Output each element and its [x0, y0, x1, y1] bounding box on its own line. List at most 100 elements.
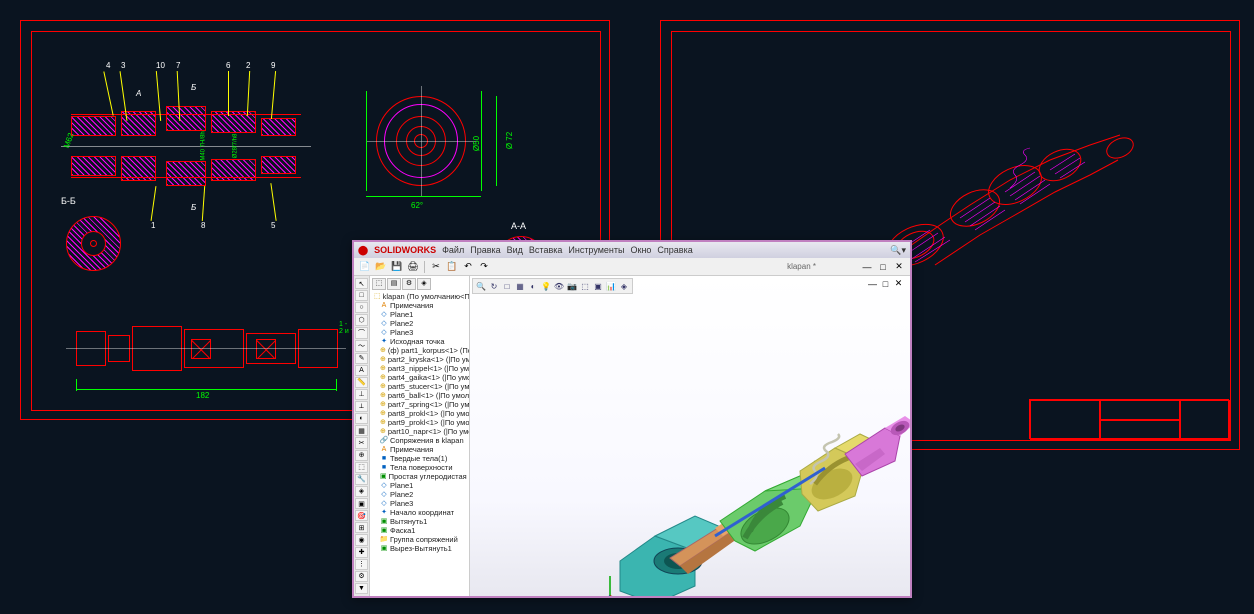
- left-tool-25[interactable]: ▼: [355, 583, 368, 594]
- tb-paste[interactable]: 📋: [445, 260, 459, 274]
- tree-item-20[interactable]: ◇Plane1: [372, 481, 467, 490]
- tree-item-24[interactable]: ▣Вытянуть1: [372, 517, 467, 526]
- tree-tab-3[interactable]: ⚙: [402, 278, 416, 290]
- left-tool-2[interactable]: ○: [355, 302, 368, 313]
- tb-cut[interactable]: ✂: [429, 260, 443, 274]
- tree-item-0[interactable]: AПримечания: [372, 301, 467, 310]
- view-tool-6[interactable]: 👁: [553, 280, 565, 292]
- left-tool-8[interactable]: 📏: [355, 377, 368, 388]
- view-tool-1[interactable]: ↻: [488, 280, 500, 292]
- left-tool-21[interactable]: ◉: [355, 534, 368, 545]
- left-tool-12[interactable]: ▦: [355, 425, 368, 436]
- tb-new[interactable]: 📄: [358, 260, 372, 274]
- tree-item-9[interactable]: ⊕part5_stucer<1> (|По умол: [372, 382, 467, 391]
- left-tool-7[interactable]: A: [355, 365, 368, 376]
- win-min[interactable]: —: [860, 260, 874, 274]
- tree-item-1[interactable]: ◇Plane1: [372, 310, 467, 319]
- left-tool-23[interactable]: ⋮: [355, 559, 368, 570]
- left-tool-15[interactable]: ⬚: [355, 462, 368, 473]
- sw-menu[interactable]: Файл Правка Вид Вставка Инструменты Окно…: [442, 245, 693, 255]
- tree-tab-1[interactable]: ⬚: [372, 278, 386, 290]
- doc-tab-title[interactable]: klapan *: [787, 262, 816, 271]
- tree-item-25[interactable]: ▣Фаска1: [372, 526, 467, 535]
- tree-item-16[interactable]: AПримечания: [372, 445, 467, 454]
- sw-toolbar[interactable]: 📄 📂 💾 🖨 ✂ 📋 ↶ ↷ klapan * — □ ✕: [354, 258, 910, 276]
- tree-root[interactable]: ⬚ klapan (По умолчанию<По умол: [372, 292, 467, 301]
- left-tool-17[interactable]: ◈: [355, 486, 368, 497]
- sw-left-toolbar[interactable]: ↖□○⬡⌒～✎A📏⊥⟂◐▦✂⊕⬚🔧◈▣🎯⊞◉✚⋮⚙▼: [354, 276, 370, 596]
- tree-item-6[interactable]: ⊕part2_kryska<1> (|По умолча: [372, 355, 467, 364]
- tree-item-27[interactable]: ▣Вырез-Вытянуть1: [372, 544, 467, 553]
- win-max[interactable]: □: [876, 260, 890, 274]
- tree-item-2[interactable]: ◇Plane2: [372, 319, 467, 328]
- tree-item-7[interactable]: ⊕part3_nippel<1> (|По умолча: [372, 364, 467, 373]
- left-tool-18[interactable]: ▣: [355, 498, 368, 509]
- vp-min[interactable]: —: [867, 278, 878, 289]
- tree-item-3[interactable]: ◇Plane3: [372, 328, 467, 337]
- tb-save[interactable]: 💾: [390, 260, 404, 274]
- left-tool-5[interactable]: ～: [355, 340, 368, 352]
- tree-item-15[interactable]: 🔗Сопряжения в klapan: [372, 436, 467, 445]
- view-tool-0[interactable]: 🔍: [475, 280, 487, 292]
- tree-item-8[interactable]: ⊕part4_gaika<1> (|По умолча: [372, 373, 467, 382]
- view-tool-7[interactable]: 📷: [566, 280, 578, 292]
- view-tool-10[interactable]: 📊: [605, 280, 617, 292]
- tree-tab-2[interactable]: ▤: [387, 278, 401, 290]
- left-tool-22[interactable]: ✚: [355, 547, 368, 558]
- left-tool-13[interactable]: ✂: [355, 437, 368, 448]
- left-tool-3[interactable]: ⬡: [355, 314, 368, 325]
- left-tool-9[interactable]: ⊥: [355, 389, 368, 400]
- sw-search-icon[interactable]: 🔍▾: [890, 245, 906, 256]
- left-tool-16[interactable]: 🔧: [355, 474, 368, 485]
- left-tool-14[interactable]: ⊕: [355, 450, 368, 461]
- left-tool-19[interactable]: 🎯: [355, 510, 368, 521]
- sw-titlebar[interactable]: ⬤ SOLIDWORKS Файл Правка Вид Вставка Инс…: [354, 242, 910, 258]
- view-tool-5[interactable]: 💡: [540, 280, 552, 292]
- left-tool-0[interactable]: ↖: [355, 278, 368, 289]
- tree-item-18[interactable]: ■Тела поверхности: [372, 463, 467, 472]
- view-tool-8[interactable]: ⬚: [579, 280, 591, 292]
- left-tool-20[interactable]: ⊞: [355, 522, 368, 533]
- view-tool-4[interactable]: ◐: [527, 280, 539, 292]
- tb-undo[interactable]: ↶: [461, 260, 475, 274]
- left-tool-4[interactable]: ⌒: [355, 327, 368, 339]
- left-tool-10[interactable]: ⟂: [355, 401, 368, 412]
- view-tool-9[interactable]: ▣: [592, 280, 604, 292]
- left-tool-11[interactable]: ◐: [355, 413, 368, 424]
- view-tool-11[interactable]: ◈: [618, 280, 630, 292]
- tree-item-4[interactable]: ✦Исходная точка: [372, 337, 467, 346]
- view-tool-2[interactable]: □: [501, 280, 513, 292]
- tree-item-13[interactable]: ⊕part9_prokl<1> (|По умолчан: [372, 418, 467, 427]
- solidworks-window[interactable]: ⬤ SOLIDWORKS Файл Правка Вид Вставка Инс…: [352, 240, 912, 598]
- menu-tools[interactable]: Инструменты: [568, 245, 624, 255]
- vp-close[interactable]: ✕: [893, 278, 904, 289]
- sw-viewport[interactable]: 🔍↻□▦◐💡👁📷⬚▣📊◈ — □ ✕: [470, 276, 910, 596]
- menu-file[interactable]: Файл: [442, 245, 464, 255]
- tree-item-5[interactable]: ⊕(ф) part1_korpus<1> (По: [372, 346, 467, 355]
- vp-max[interactable]: □: [880, 278, 891, 289]
- tree-item-12[interactable]: ⊕part8_prokl<1> (|По умолчан: [372, 409, 467, 418]
- left-tool-1[interactable]: □: [355, 290, 368, 301]
- left-tool-24[interactable]: ⚙: [355, 571, 368, 582]
- tree-item-14[interactable]: ⊕part10_napr<1> (|По умолча: [372, 427, 467, 436]
- tree-item-19[interactable]: ▣Простая углеродистая ст: [372, 472, 467, 481]
- menu-edit[interactable]: Правка: [470, 245, 500, 255]
- sw-feature-tree[interactable]: ⬚ ▤ ⚙ ◈ ⬚ klapan (По умолчанию<По умол A…: [370, 276, 470, 596]
- tree-item-23[interactable]: ✦Начало координат: [372, 508, 467, 517]
- tb-open[interactable]: 📂: [374, 260, 388, 274]
- tree-item-26[interactable]: 📁Группа сопряжений: [372, 535, 467, 544]
- sw-view-toolbar[interactable]: 🔍↻□▦◐💡👁📷⬚▣📊◈: [472, 278, 633, 294]
- tb-print[interactable]: 🖨: [406, 260, 420, 274]
- view-tool-3[interactable]: ▦: [514, 280, 526, 292]
- tree-item-10[interactable]: ⊕part6_ball<1> (|По умолчан: [372, 391, 467, 400]
- tree-tab-4[interactable]: ◈: [417, 278, 431, 290]
- tb-redo[interactable]: ↷: [477, 260, 491, 274]
- menu-window[interactable]: Окно: [631, 245, 652, 255]
- tree-item-17[interactable]: ■Твердые тела(1): [372, 454, 467, 463]
- sw-3d-model[interactable]: [600, 366, 910, 596]
- menu-view[interactable]: Вид: [507, 245, 523, 255]
- tree-item-11[interactable]: ⊕part7_spring<1> (|По умолч: [372, 400, 467, 409]
- menu-help[interactable]: Справка: [657, 245, 692, 255]
- win-close[interactable]: ✕: [892, 260, 906, 274]
- tree-item-21[interactable]: ◇Plane2: [372, 490, 467, 499]
